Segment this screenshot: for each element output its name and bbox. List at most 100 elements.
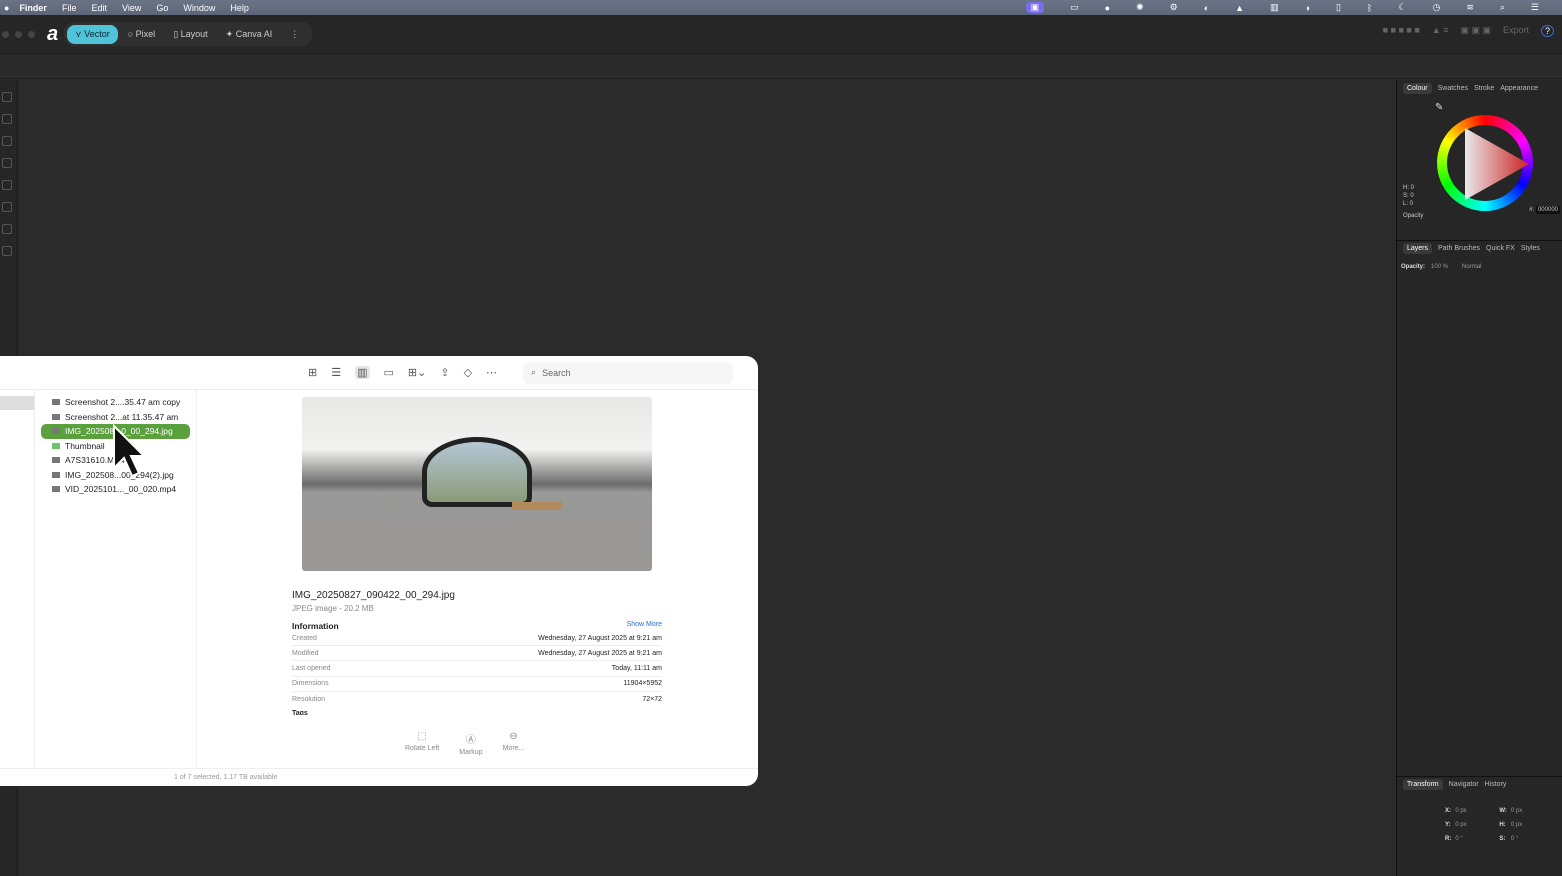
menu-go[interactable]: Go bbox=[156, 3, 168, 13]
contrast-icon[interactable]: ◑ bbox=[1305, 3, 1310, 13]
opacity-label: Opacity bbox=[1403, 213, 1424, 219]
hsl-readout: H: 0 S: 0 L: 0 Opacity bbox=[1403, 184, 1423, 220]
tab-history[interactable]: History bbox=[1485, 781, 1507, 788]
notification-icon[interactable]: ▲ bbox=[1235, 3, 1244, 13]
wifi-icon[interactable]: ≋ bbox=[1466, 2, 1474, 13]
text-tool-icon[interactable] bbox=[2, 246, 12, 256]
openai-icon[interactable]: ✺ bbox=[1136, 2, 1144, 13]
r-field[interactable]: 0 ° bbox=[1455, 832, 1495, 846]
control-center-icon[interactable]: ☰ bbox=[1531, 2, 1539, 13]
brush-tool-icon[interactable] bbox=[2, 180, 12, 190]
bluetooth-icon[interactable]: ᛒ bbox=[1367, 3, 1372, 13]
arrange-icons[interactable]: ▣ ▣ ▣ bbox=[1460, 25, 1491, 37]
move-tool-icon[interactable] bbox=[2, 92, 12, 102]
context-toolbar bbox=[0, 55, 1562, 79]
tab-quick-fx[interactable]: Quick FX bbox=[1486, 245, 1515, 252]
markup-button[interactable]: Ⓐ Markup bbox=[459, 731, 482, 756]
rotate-icon: ⬚ bbox=[417, 731, 427, 742]
more-icon[interactable]: ⋮ bbox=[282, 25, 307, 44]
moon-icon[interactable]: ☾ bbox=[1398, 2, 1406, 13]
column-view-icon[interactable]: ▥ bbox=[355, 366, 370, 379]
rotate-left-button[interactable]: ⬚ Rotate Left bbox=[405, 731, 439, 756]
file-item[interactable]: VID_2025101..._00_020.mp4 bbox=[41, 482, 190, 497]
hex-field[interactable]: #: 000000 bbox=[1529, 206, 1560, 214]
menu-help[interactable]: Help bbox=[230, 3, 249, 13]
vector-mode-button[interactable]: ⋎ Vector bbox=[67, 24, 118, 44]
parent-column[interactable] bbox=[0, 390, 35, 768]
finder-window: ⊞ ☰ ▥ ▭ ⊞⌄ ⇪ ◇ ⋯ ⌕ Search Screenshot 2...… bbox=[0, 356, 758, 786]
screen-icon[interactable]: ▣ bbox=[1025, 2, 1045, 13]
share-icon[interactable]: ⇪ bbox=[440, 366, 449, 379]
search-icon[interactable]: ⌕ bbox=[1500, 2, 1505, 13]
tab-colour[interactable]: Colour bbox=[1403, 82, 1432, 94]
help-icon[interactable]: ? bbox=[1540, 25, 1554, 37]
icon-view-icon[interactable]: ⊞ bbox=[308, 366, 317, 379]
settings-icon[interactable]: ⚙ bbox=[1170, 2, 1178, 13]
layout-icon[interactable]: ▥ bbox=[1270, 2, 1279, 13]
tab-transform[interactable]: Transform bbox=[1403, 779, 1443, 790]
menu-view[interactable]: View bbox=[122, 3, 141, 13]
file-item[interactable]: Screenshot 2...at 11.35.47 am bbox=[41, 410, 190, 425]
pen-tool-icon[interactable] bbox=[2, 136, 12, 146]
canva-ai-button[interactable]: ✦ Canva AI bbox=[218, 25, 281, 44]
search-field[interactable]: ⌕ Search bbox=[523, 361, 734, 384]
clock-icon[interactable]: ◷ bbox=[1432, 2, 1440, 13]
info-row: Created Wednesday, 27 August 2025 at 9:21… bbox=[292, 631, 662, 647]
boolean-icons[interactable]: ■ ■ ■ ■ ■ bbox=[1383, 25, 1420, 37]
rotate-left-label: Rotate Left bbox=[405, 745, 440, 752]
tab-stroke[interactable]: Stroke bbox=[1474, 85, 1494, 92]
menu-file[interactable]: File bbox=[62, 3, 77, 13]
w-field[interactable]: 0 px bbox=[1511, 804, 1541, 818]
align-icon[interactable]: ▲ ≡ bbox=[1432, 25, 1449, 37]
tab-appearance[interactable]: Appearance bbox=[1500, 85, 1538, 92]
info-value: Today, 11:11 am bbox=[611, 664, 662, 672]
show-more-link[interactable]: Show More bbox=[627, 621, 662, 631]
apple-menu-icon[interactable]: ● bbox=[4, 3, 9, 13]
fill-tool-icon[interactable] bbox=[2, 202, 12, 212]
l-value: L: 0 bbox=[1403, 201, 1414, 207]
more-actions-icon[interactable]: ⋯ bbox=[486, 366, 497, 379]
tab-path-brushes[interactable]: Path Brushes bbox=[1438, 245, 1480, 252]
tags-heading: Tags bbox=[292, 709, 308, 715]
x-field[interactable]: 0 px bbox=[1455, 804, 1495, 818]
gallery-view-icon[interactable]: ▭ bbox=[384, 366, 394, 379]
y-label: Y: bbox=[1445, 822, 1451, 828]
export-button[interactable]: Export bbox=[1503, 25, 1529, 37]
layer-opacity-row: Opacity: 100 % Normal bbox=[1401, 264, 1481, 270]
app-icon[interactable]: ● bbox=[1105, 3, 1110, 13]
shape-tool-icon[interactable] bbox=[2, 224, 12, 234]
pixel-mode-button[interactable]: ○ Pixel bbox=[120, 25, 163, 43]
search-icon: ⌕ bbox=[531, 367, 537, 377]
node-tool-icon[interactable] bbox=[2, 114, 12, 124]
vector-label: Vector bbox=[84, 28, 110, 39]
menu-window[interactable]: Window bbox=[183, 3, 215, 13]
app2-icon[interactable]: ◐ bbox=[1204, 3, 1209, 13]
blend-mode-select[interactable]: Normal bbox=[1462, 264, 1481, 270]
image-file-icon bbox=[52, 413, 60, 420]
file-item[interactable]: Screenshot 2....35.47 am copy bbox=[41, 395, 190, 410]
tag-icon[interactable]: ◇ bbox=[464, 366, 472, 379]
opacity-field[interactable]: 100 % bbox=[1431, 264, 1448, 270]
tab-swatches[interactable]: Swatches bbox=[1438, 85, 1468, 92]
y-field[interactable]: 0 px bbox=[1455, 818, 1495, 832]
pencil-tool-icon[interactable] bbox=[2, 158, 12, 168]
camera-icon[interactable]: ▭ bbox=[1070, 2, 1079, 13]
tab-layers[interactable]: Layers bbox=[1403, 243, 1433, 254]
tab-navigator[interactable]: Navigator bbox=[1449, 781, 1479, 788]
list-view-icon[interactable]: ☰ bbox=[331, 366, 341, 379]
s-field[interactable]: 0 ° bbox=[1511, 832, 1541, 846]
menu-edit[interactable]: Edit bbox=[91, 3, 107, 13]
info-row: Resolution 72×72 bbox=[292, 692, 662, 707]
h-field[interactable]: 0 px bbox=[1511, 818, 1541, 832]
sidebar-icon[interactable]: ▯ bbox=[1336, 2, 1341, 13]
tab-styles[interactable]: Styles bbox=[1521, 245, 1540, 252]
window-controls[interactable] bbox=[2, 30, 35, 38]
layout-mode-button[interactable]: ▯ Layout bbox=[165, 25, 215, 44]
eyedropper-icon[interactable]: ✎ bbox=[1435, 102, 1443, 113]
group-icon[interactable]: ⊞⌄ bbox=[408, 366, 426, 379]
h-value: H: 0 bbox=[1403, 185, 1415, 191]
image-file-icon bbox=[52, 399, 60, 406]
more-button[interactable]: ⊖ More... bbox=[503, 731, 525, 756]
menu-app-finder[interactable]: Finder bbox=[19, 3, 47, 13]
mouse-cursor-icon bbox=[113, 424, 147, 478]
